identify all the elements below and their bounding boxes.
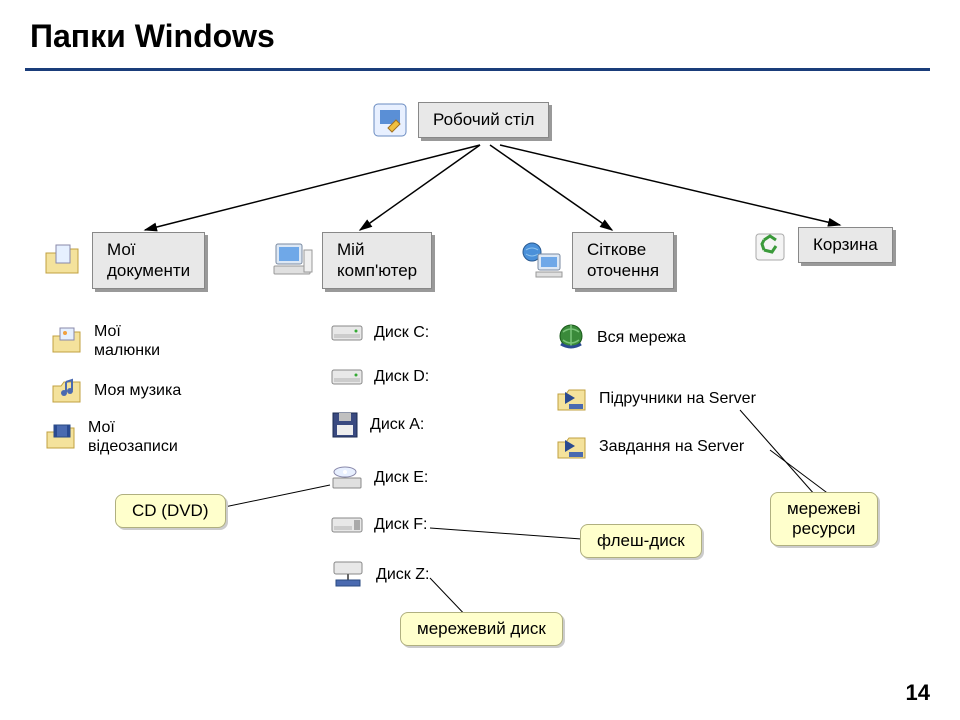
callout-net-resources: мережеві ресурси [770,492,878,546]
cd-drive-icon [330,464,364,492]
my-videos-label: Мої відеозаписи [88,418,178,456]
folder-pictures-icon [50,326,84,356]
disk-f-item: Диск F: [330,514,427,536]
computer-icon [270,240,314,280]
my-music-label: Моя музика [94,381,181,400]
disk-d-label: Диск D: [374,367,429,386]
disk-f-label: Диск F: [374,515,427,534]
recycle-bin-icon [750,226,790,264]
page-number: 14 [906,680,930,706]
hard-disk-icon [330,322,364,344]
my-computer-label: Мій комп'ютер [322,232,432,289]
disk-a-label: Диск A: [370,415,424,434]
title-underline [25,68,930,71]
folder-documents-icon [42,241,84,279]
callout-flash: флеш-диск [580,524,702,558]
disk-e-label: Диск E: [374,468,428,487]
my-videos-item: Мої відеозаписи [44,418,178,456]
folder-network-icon [555,384,589,414]
my-computer-node: Мій комп'ютер [270,232,432,289]
root-label: Робочий стіл [418,102,549,137]
hard-disk-icon [330,366,364,388]
my-music-item: Моя музика [50,376,181,406]
all-network-item: Вся мережа [555,322,686,354]
desktop-config-icon [370,100,410,140]
network-node: Сіткове оточення [520,232,674,289]
network-places-icon [520,240,564,280]
disk-c-label: Диск C: [374,323,429,342]
root-node: Робочий стіл [370,100,549,140]
removable-disk-icon [330,514,364,536]
floppy-disk-icon [330,410,360,440]
recycle-node: Корзина [750,226,893,264]
disk-z-item: Диск Z: [330,560,429,590]
all-network-label: Вся мережа [597,328,686,347]
network-label: Сіткове оточення [572,232,674,289]
my-documents-label: Мої документи [92,232,205,289]
recycle-label: Корзина [798,227,893,262]
disk-c-item: Диск C: [330,322,429,344]
textbooks-server-item: Підручники на Server [555,384,756,414]
disk-z-label: Диск Z: [376,565,429,584]
folder-network-icon [555,432,589,462]
tasks-server-label: Завдання на Server [599,437,744,456]
globe-network-icon [555,322,587,354]
my-documents-node: Мої документи [42,232,205,289]
folder-videos-icon [44,422,78,452]
callout-net-disk: мережевий диск [400,612,563,646]
folder-music-icon [50,376,84,406]
callout-cd-dvd: CD (DVD) [115,494,226,528]
disk-a-item: Диск A: [330,410,424,440]
slide-title: Папки Windows [30,18,275,55]
textbooks-server-label: Підручники на Server [599,389,756,408]
my-pictures-item: Мої малюнки [50,322,160,360]
network-drive-icon [330,560,366,590]
disk-d-item: Диск D: [330,366,429,388]
tasks-server-item: Завдання на Server [555,432,744,462]
disk-e-item: Диск E: [330,464,428,492]
my-pictures-label: Мої малюнки [94,322,160,360]
